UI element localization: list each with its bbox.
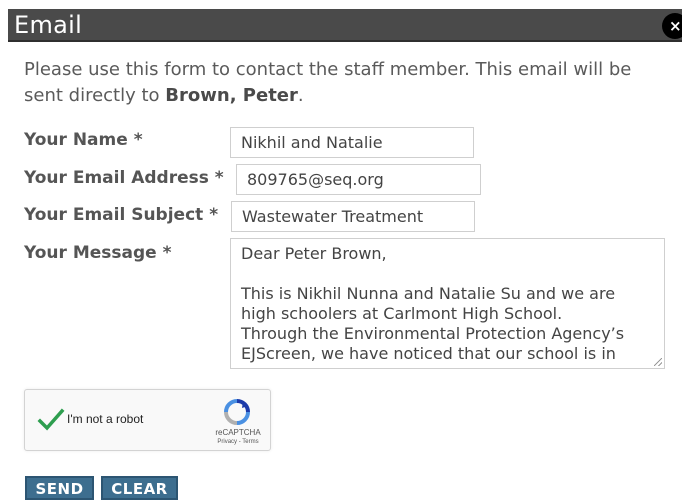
message-field[interactable]: Dear Peter Brown, This is Nikhil Nunna a… — [230, 238, 665, 369]
message-line: EJScreen, we have noticed that our schoo… — [241, 344, 616, 363]
message-line: This is Nikhil Nunna and Natalie Su and … — [241, 284, 616, 303]
dialog-title: Email — [14, 11, 83, 39]
email-field[interactable]: 809765@seq.org — [236, 164, 481, 195]
email-label: Your Email Address * — [24, 168, 224, 188]
subject-field[interactable]: Wastewater Treatment — [231, 201, 475, 232]
name-label: Your Name * — [24, 130, 143, 150]
checkmark-icon[interactable] — [37, 406, 65, 434]
recaptcha-label: I'm not a robot — [67, 412, 144, 426]
message-line: high schoolers at Carlmont High School. — [241, 304, 563, 323]
intro-suffix: . — [297, 85, 304, 106]
resize-handle[interactable] — [654, 358, 662, 366]
recaptcha-widget: I'm not a robot reCAPTCHA Privacy - Term… — [24, 389, 271, 451]
clear-button[interactable]: CLEAR — [101, 476, 178, 500]
recaptcha-terms[interactable]: Privacy - Terms — [211, 439, 265, 445]
message-line — [241, 264, 654, 284]
intro-text: Please use this form to contact the staf… — [24, 57, 674, 109]
subject-label: Your Email Subject * — [24, 205, 219, 225]
intro-body: Please use this form to contact the staf… — [24, 59, 632, 106]
recaptcha-brand: reCAPTCHA — [215, 428, 261, 437]
name-field[interactable]: Nikhil and Natalie — [230, 127, 474, 158]
message-line: Through the Environmental Protection Age… — [241, 324, 625, 343]
recipient-name: Brown, Peter — [165, 85, 298, 106]
recaptcha-logo-icon — [224, 399, 250, 425]
send-button[interactable]: SEND — [25, 476, 94, 500]
dialog-titlebar: Email — [8, 9, 682, 42]
close-icon[interactable]: × — [662, 13, 682, 39]
message-label: Your Message * — [24, 243, 172, 263]
message-line: Dear Peter Brown, — [241, 244, 387, 263]
